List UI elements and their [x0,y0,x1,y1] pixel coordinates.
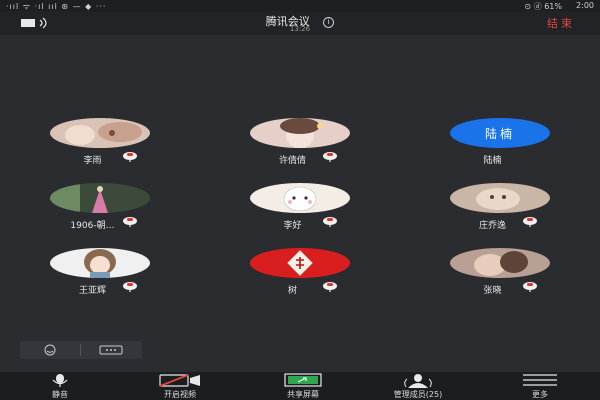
participant-tile[interactable]: 1906-朝… [45,175,155,235]
participant-tile[interactable]: 陆楠 陆楠 [445,110,555,170]
mute-button[interactable]: 静音 [35,372,85,400]
participant-avatar [250,183,350,213]
start-video-button[interactable]: 开启视频 [145,372,215,400]
mic-muted-icon [323,217,337,227]
participant-name: 陆楠 [483,156,502,166]
participant-tile[interactable]: 王亚辉 [45,240,155,300]
mic-muted-icon [123,152,137,162]
manage-members-label: 管理成员(25) [393,390,443,399]
participant-avatar [250,118,350,148]
mute-label: 静音 [52,390,68,399]
microphone-icon [52,374,68,387]
system-status-bar: ·ııl ᯤ ·ıl ııl ⊛ — ◆ ··· ⊙ ⓓ 61% 2:00 [0,0,600,11]
meeting-duration: 13:26 [289,25,311,33]
members-icon [404,374,432,388]
participant-tile[interactable]: 李好 [245,175,355,235]
mic-muted-icon [323,152,337,162]
meeting-toolbar: 静音 开启视频 共享屏幕 管理成员(25) 更多 [0,372,600,400]
pill-divider [80,344,81,356]
participant-avatar [450,183,550,213]
participant-grid: 李雨 许倩倩 陆楠 陆楠 1906-朝… 李好 庄乔逸 王亚辉 树 张晓 [0,110,600,310]
manage-members-button[interactable]: 管理成员(25) [363,372,473,400]
more-label: 更多 [532,390,548,399]
chat-icon[interactable] [98,344,124,356]
share-screen-label: 共享屏幕 [287,390,319,399]
mic-muted-icon [123,217,137,227]
participant-avatar [50,248,150,278]
participant-avatar [50,183,150,213]
share-screen-icon [284,373,322,387]
start-video-label: 开启视频 [164,390,196,399]
participant-tile[interactable]: 树 [245,240,355,300]
mic-muted-icon [323,282,337,292]
participant-tile[interactable]: 许倩倩 [245,110,355,170]
participant-avatar [50,118,150,148]
quick-actions-pill [20,341,142,359]
participant-tile[interactable]: 李雨 [45,110,155,170]
more-menu-icon [523,374,557,386]
video-off-icon [159,374,200,387]
participant-avatar [250,248,350,278]
mic-muted-icon [523,217,537,227]
participant-avatar [450,248,550,278]
emoji-icon[interactable] [37,344,63,356]
clock: 2:00 [576,1,594,10]
participant-avatar-text: 陆楠 [450,118,550,148]
participant-tile[interactable]: 庄乔逸 [445,175,555,235]
mic-muted-icon [123,282,137,292]
share-screen-button[interactable]: 共享屏幕 [268,372,338,400]
meeting-header: 腾讯会议 i 13:26 结束 [0,11,600,35]
more-button[interactable]: 更多 [515,372,565,400]
mic-muted-icon [523,282,537,292]
participant-tile[interactable]: 张晓 [445,240,555,300]
end-meeting-button[interactable]: 结束 [547,15,575,31]
